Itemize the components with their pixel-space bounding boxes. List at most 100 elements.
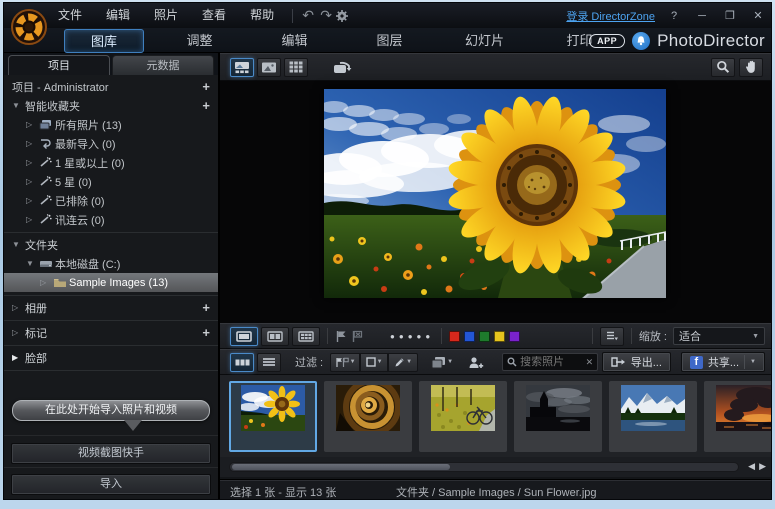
thumbnail-dark-chapel[interactable] — [514, 381, 602, 452]
view-options-icon[interactable] — [600, 327, 624, 346]
tree-item-5-star[interactable]: ▷ 5 星 (0) — [4, 172, 218, 191]
rating-dot[interactable]: ● — [399, 332, 408, 341]
redo-icon[interactable]: ↷ — [317, 7, 335, 24]
rotate-photo-icon[interactable] — [330, 58, 354, 77]
export-button[interactable]: 导出... — [602, 352, 671, 372]
add-project-button[interactable]: + — [202, 79, 210, 94]
add-album-button[interactable]: + — [202, 300, 210, 315]
tree-item-local-disk[interactable]: ▼ 本地磁盘 (C:) — [4, 254, 218, 273]
color-label-red[interactable] — [449, 331, 460, 342]
search-box[interactable]: ✕ — [502, 353, 598, 371]
single-photo-view-button[interactable] — [230, 327, 258, 346]
list-view-button[interactable] — [257, 353, 281, 372]
tree-item-albums[interactable]: ▷ 相册 + — [4, 295, 218, 317]
color-label-green[interactable] — [479, 331, 490, 342]
menu-file[interactable]: 文件 — [46, 3, 94, 28]
rating-dot[interactable]: ● — [425, 332, 434, 341]
zoom-tool-button[interactable] — [711, 58, 735, 77]
tree-item-rejected[interactable]: ▷ 已排除 (0) — [4, 191, 218, 210]
expander-icon[interactable]: ▷ — [40, 278, 53, 287]
import-hint-button[interactable]: 在此处开始导入照片和视频 — [12, 400, 210, 421]
grid-view-button[interactable] — [284, 58, 308, 77]
app-badge[interactable]: APP — [589, 34, 625, 48]
color-label-yellow[interactable] — [494, 331, 505, 342]
expander-icon[interactable]: ▶ — [12, 353, 25, 362]
thumbnail-sunflower[interactable] — [229, 381, 317, 452]
expander-icon[interactable]: ▷ — [26, 215, 39, 224]
single-view-button[interactable] — [257, 58, 281, 77]
search-input[interactable] — [520, 356, 582, 368]
expander-icon[interactable]: ▷ — [26, 158, 39, 167]
flag-reject-icon[interactable] — [351, 330, 364, 343]
thumbnail-bicycle-field[interactable] — [419, 381, 507, 452]
thumbnail-view-button[interactable] — [230, 353, 254, 372]
tree-item-faces[interactable]: ▶ 脸部 — [4, 345, 218, 367]
menu-help[interactable]: 帮助 — [238, 3, 286, 28]
color-label-purple[interactable] — [509, 331, 520, 342]
chevron-down-icon[interactable]: ▼ — [750, 359, 756, 365]
filmstrip-scrollbar[interactable] — [229, 462, 739, 472]
add-tag-button[interactable]: + — [202, 325, 210, 340]
rating-dot[interactable]: ● — [390, 332, 399, 341]
expander-icon[interactable]: ▷ — [12, 328, 25, 337]
scrollbar-thumb[interactable] — [232, 464, 450, 470]
menu-photo[interactable]: 照片 — [142, 3, 190, 28]
zoom-level-dropdown[interactable]: 适合 ▼ — [673, 327, 765, 345]
tree-item-project-root[interactable]: 项目 - Administrator + — [4, 77, 218, 96]
flag-pick-icon[interactable] — [335, 330, 347, 343]
expander-icon[interactable]: ▷ — [26, 196, 39, 205]
photo-viewer[interactable] — [220, 81, 772, 323]
tree-item-folders[interactable]: ▼ 文件夹 — [4, 232, 218, 254]
stack-photos-dropdown[interactable]: ▼ — [430, 353, 454, 372]
add-smart-collection-button[interactable]: + — [202, 98, 210, 113]
tree-item-latest-import[interactable]: ▷ 最新导入 (0) — [4, 134, 218, 153]
tree-item-1-star-or-more[interactable]: ▷ 1 星或以上 (0) — [4, 153, 218, 172]
expander-icon[interactable]: ▷ — [12, 303, 25, 312]
pan-hand-button[interactable] — [739, 58, 763, 77]
share-button[interactable]: f 共享... ▼ — [681, 352, 765, 372]
tree-item-cyberlink-cloud[interactable]: ▷ 讯连云 (0) — [4, 210, 218, 229]
photo-sun-flower[interactable] — [324, 89, 666, 298]
tree-item-sample-images[interactable]: ▷ Sample Images (13) — [4, 273, 218, 292]
tab-library[interactable]: 图库 — [64, 29, 144, 53]
scroll-right-icon[interactable]: ▶ — [759, 461, 766, 472]
filter-flags-dropdown[interactable]: ▼ — [330, 353, 360, 372]
compare-two-view-button[interactable] — [261, 327, 289, 346]
tab-project[interactable]: 项目 — [8, 55, 110, 75]
expander-icon[interactable]: ▼ — [12, 101, 25, 110]
tree-item-tags[interactable]: ▷ 标记 + — [4, 320, 218, 342]
settings-gear-icon[interactable] — [335, 9, 353, 23]
thumbnail-sunset-storm[interactable] — [704, 381, 772, 452]
expander-icon[interactable]: ▷ — [26, 139, 39, 148]
thumbnail-spiral-staircase[interactable] — [324, 381, 412, 452]
menu-edit[interactable]: 编辑 — [94, 3, 142, 28]
scroll-left-icon[interactable]: ◀ — [748, 461, 755, 472]
tag-faces-button[interactable] — [464, 353, 488, 372]
filter-label-dropdown[interactable]: ▼ — [360, 353, 388, 372]
tab-adjustment[interactable]: 调整 — [152, 29, 247, 53]
undo-icon[interactable]: ↶ — [299, 7, 317, 24]
tree-item-all-photos[interactable]: ▷ 所有照片 (13) — [4, 115, 218, 134]
import-button[interactable]: 导入 — [11, 474, 211, 495]
browse-view-button[interactable] — [230, 58, 254, 77]
tab-metadata[interactable]: 元数据 — [112, 55, 214, 75]
color-label-blue[interactable] — [464, 331, 475, 342]
thumbnail-mountain-lake[interactable] — [609, 381, 697, 452]
help-button[interactable]: ? — [665, 10, 683, 22]
compare-multiple-view-button[interactable] — [292, 327, 320, 346]
expander-icon[interactable]: ▼ — [12, 240, 25, 249]
notification-bell-icon[interactable] — [632, 32, 650, 50]
expander-icon[interactable]: ▼ — [26, 259, 39, 268]
rating-dot[interactable]: ● — [417, 332, 426, 341]
tree-item-smart-collection[interactable]: ▼ 智能收藏夹 + — [4, 96, 218, 115]
tab-slideshow[interactable]: 幻灯片 — [437, 29, 532, 53]
expander-icon[interactable]: ▷ — [26, 120, 39, 129]
filter-rating-dropdown[interactable]: ▼ — [388, 353, 418, 372]
minimize-button[interactable]: ─ — [693, 10, 711, 22]
clear-search-icon[interactable]: ✕ — [586, 357, 594, 368]
login-directorzone-link[interactable]: 登录 DirectorZone — [566, 8, 655, 24]
close-button[interactable]: ✕ — [749, 9, 767, 22]
video-snapshot-button[interactable]: 视频截图快手 — [11, 443, 211, 464]
tab-edit[interactable]: 编辑 — [247, 29, 342, 53]
expander-icon[interactable]: ▷ — [26, 177, 39, 186]
